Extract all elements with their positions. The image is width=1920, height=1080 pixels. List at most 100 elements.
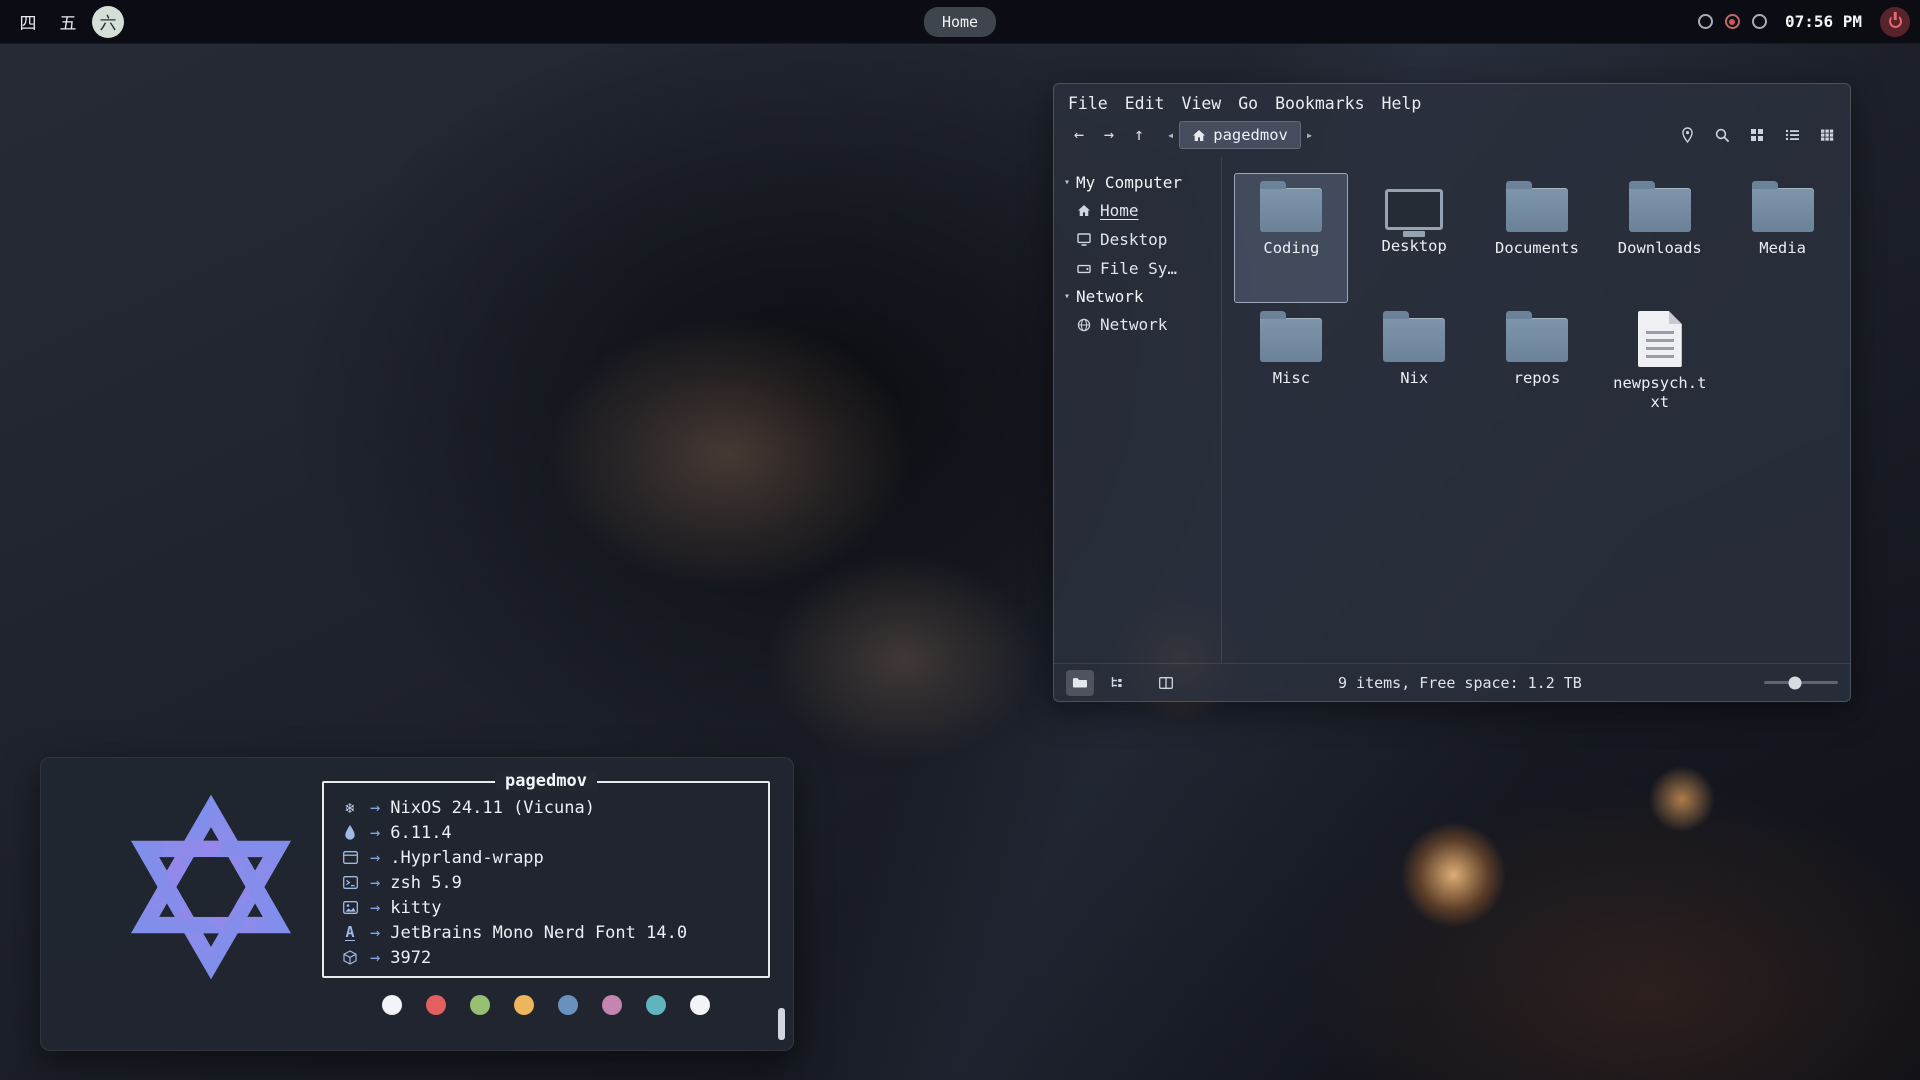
folder-icon xyxy=(1629,188,1691,232)
collapse-triangle-icon: ▾ xyxy=(1064,291,1070,302)
slider-thumb[interactable] xyxy=(1789,676,1802,689)
file-item-documents[interactable]: Documents xyxy=(1480,173,1594,303)
path-segment-home[interactable]: pagedmov xyxy=(1179,121,1301,149)
menu-edit[interactable]: Edit xyxy=(1125,94,1165,113)
workspace-4[interactable]: 四 xyxy=(12,6,44,38)
record-dot-icon[interactable] xyxy=(1725,14,1740,29)
places-sidebar: ▾ My Computer Home Desktop File Sy… ▾ xyxy=(1054,157,1222,663)
back-button[interactable]: ← xyxy=(1064,122,1094,148)
workspace-5[interactable]: 五 xyxy=(52,6,84,38)
forward-button[interactable]: → xyxy=(1094,122,1124,148)
file-label: Media xyxy=(1759,239,1806,258)
desktop: 四 五 六 Home 07:56 PM File Edit View Go Bo… xyxy=(0,0,1920,1080)
list-view-icon[interactable] xyxy=(1779,123,1805,147)
sidebar-item-home[interactable]: Home xyxy=(1064,196,1221,225)
power-icon xyxy=(1889,15,1902,28)
up-button[interactable]: ↑ xyxy=(1124,122,1154,148)
section-label: Network xyxy=(1076,287,1143,306)
menu-view[interactable]: View xyxy=(1182,94,1222,113)
shell-terminal-icon xyxy=(340,876,360,889)
hostname-title: pagedmov xyxy=(495,771,597,791)
tree-pane-button[interactable] xyxy=(1102,670,1130,696)
circle-outline-icon[interactable] xyxy=(1698,14,1713,29)
sidebar-section-my-computer[interactable]: ▾ My Computer xyxy=(1064,169,1221,196)
sidebar-item-label: Network xyxy=(1100,315,1167,334)
workspace-switcher: 四 五 六 xyxy=(12,6,124,38)
sidebar-item-label: Home xyxy=(1100,201,1139,220)
sidebar-item-file-system[interactable]: File Sy… xyxy=(1064,254,1221,283)
arrow-icon: → xyxy=(370,923,380,943)
sidebar-item-desktop[interactable]: Desktop xyxy=(1064,225,1221,254)
menu-bookmarks[interactable]: Bookmarks xyxy=(1275,94,1364,113)
clock[interactable]: 07:56 PM xyxy=(1779,12,1868,31)
fetch-line-shell: → zsh 5.9 xyxy=(340,870,752,895)
image-icon xyxy=(340,901,360,914)
file-item-repos[interactable]: repos xyxy=(1480,303,1594,433)
file-label: Misc xyxy=(1273,369,1310,388)
palette-dot xyxy=(514,995,534,1015)
kernel-value: 6.11.4 xyxy=(390,823,451,843)
fetch-line-kernel: → 6.11.4 xyxy=(340,820,752,845)
file-item-nix[interactable]: Nix xyxy=(1357,303,1471,433)
path-back-chevron-icon[interactable]: ◂ xyxy=(1162,128,1179,142)
menu-bar: File Edit View Go Bookmarks Help xyxy=(1054,84,1850,117)
zoom-slider[interactable] xyxy=(1764,681,1838,684)
file-item-desktop[interactable]: Desktop xyxy=(1357,173,1471,303)
file-label: newpsych.txt xyxy=(1610,374,1710,413)
path-forward-chevron-icon[interactable]: ▸ xyxy=(1301,128,1318,142)
packages-icon xyxy=(340,950,360,965)
fetch-line-packages: → 3972 xyxy=(340,945,752,970)
menu-help[interactable]: Help xyxy=(1382,94,1422,113)
file-item-media[interactable]: Media xyxy=(1726,173,1840,303)
drive-icon xyxy=(1076,263,1092,275)
file-item-coding[interactable]: Coding xyxy=(1234,173,1348,303)
fastfetch-output: pagedmov ❄ → NixOS 24.11 (Vicuna) → 6.11… xyxy=(322,781,770,1015)
home-icon xyxy=(1192,129,1206,142)
power-button[interactable] xyxy=(1880,7,1910,37)
workspace-6-active[interactable]: 六 xyxy=(92,6,124,38)
location-pin-icon[interactable] xyxy=(1674,123,1700,147)
terminal-value: kitty xyxy=(390,898,441,918)
section-label: My Computer xyxy=(1076,173,1182,192)
file-label: Desktop xyxy=(1382,237,1447,256)
file-item-newpsych-txt[interactable]: newpsych.txt xyxy=(1603,303,1717,433)
sidebar-item-label: Desktop xyxy=(1100,230,1167,249)
menu-file[interactable]: File xyxy=(1068,94,1108,113)
compact-view-icon[interactable] xyxy=(1814,123,1840,147)
packages-value: 3972 xyxy=(390,948,431,968)
split-pane-button[interactable] xyxy=(1152,670,1180,696)
icon-view-icon[interactable] xyxy=(1744,123,1770,147)
kernel-drop-icon xyxy=(340,825,360,840)
palette-dot xyxy=(602,995,622,1015)
file-item-misc[interactable]: Misc xyxy=(1234,303,1348,433)
fastfetch-box: pagedmov ❄ → NixOS 24.11 (Vicuna) → 6.11… xyxy=(322,781,770,978)
file-grid: Coding Desktop Documents Downloads Media xyxy=(1222,157,1850,663)
file-label: Documents xyxy=(1495,239,1579,258)
nix-snowflake-icon: ❄ xyxy=(340,799,360,817)
fetch-line-wm: → .Hyprland-wrapp xyxy=(340,845,752,870)
toolbar: ← → ↑ ◂ pagedmov ▸ xyxy=(1054,117,1850,157)
file-label: Coding xyxy=(1263,239,1319,258)
palette-dot xyxy=(690,995,710,1015)
arrow-icon: → xyxy=(370,823,380,843)
circle-outline-icon[interactable] xyxy=(1752,14,1767,29)
search-icon[interactable] xyxy=(1709,123,1735,147)
collapse-triangle-icon: ▾ xyxy=(1064,177,1070,188)
file-item-downloads[interactable]: Downloads xyxy=(1603,173,1717,303)
menu-go[interactable]: Go xyxy=(1238,94,1258,113)
folder-pane-button[interactable] xyxy=(1066,670,1094,696)
shell-value: zsh 5.9 xyxy=(390,873,462,893)
sidebar-section-network[interactable]: ▾ Network xyxy=(1064,283,1221,310)
palette-dot xyxy=(558,995,578,1015)
fetch-line-font: A → JetBrains Mono Nerd Font 14.0 xyxy=(340,920,752,945)
terminal-color-palette xyxy=(322,995,770,1015)
arrow-icon: → xyxy=(370,898,380,918)
file-label: repos xyxy=(1514,369,1561,388)
sidebar-item-network[interactable]: Network xyxy=(1064,310,1221,339)
folder-icon xyxy=(1752,188,1814,232)
terminal-window: pagedmov ❄ → NixOS 24.11 (Vicuna) → 6.11… xyxy=(40,757,794,1051)
nixos-logo xyxy=(106,782,316,992)
terminal-scrollbar[interactable] xyxy=(778,1008,785,1040)
folder-icon xyxy=(1260,188,1322,232)
text-file-icon xyxy=(1638,311,1682,367)
